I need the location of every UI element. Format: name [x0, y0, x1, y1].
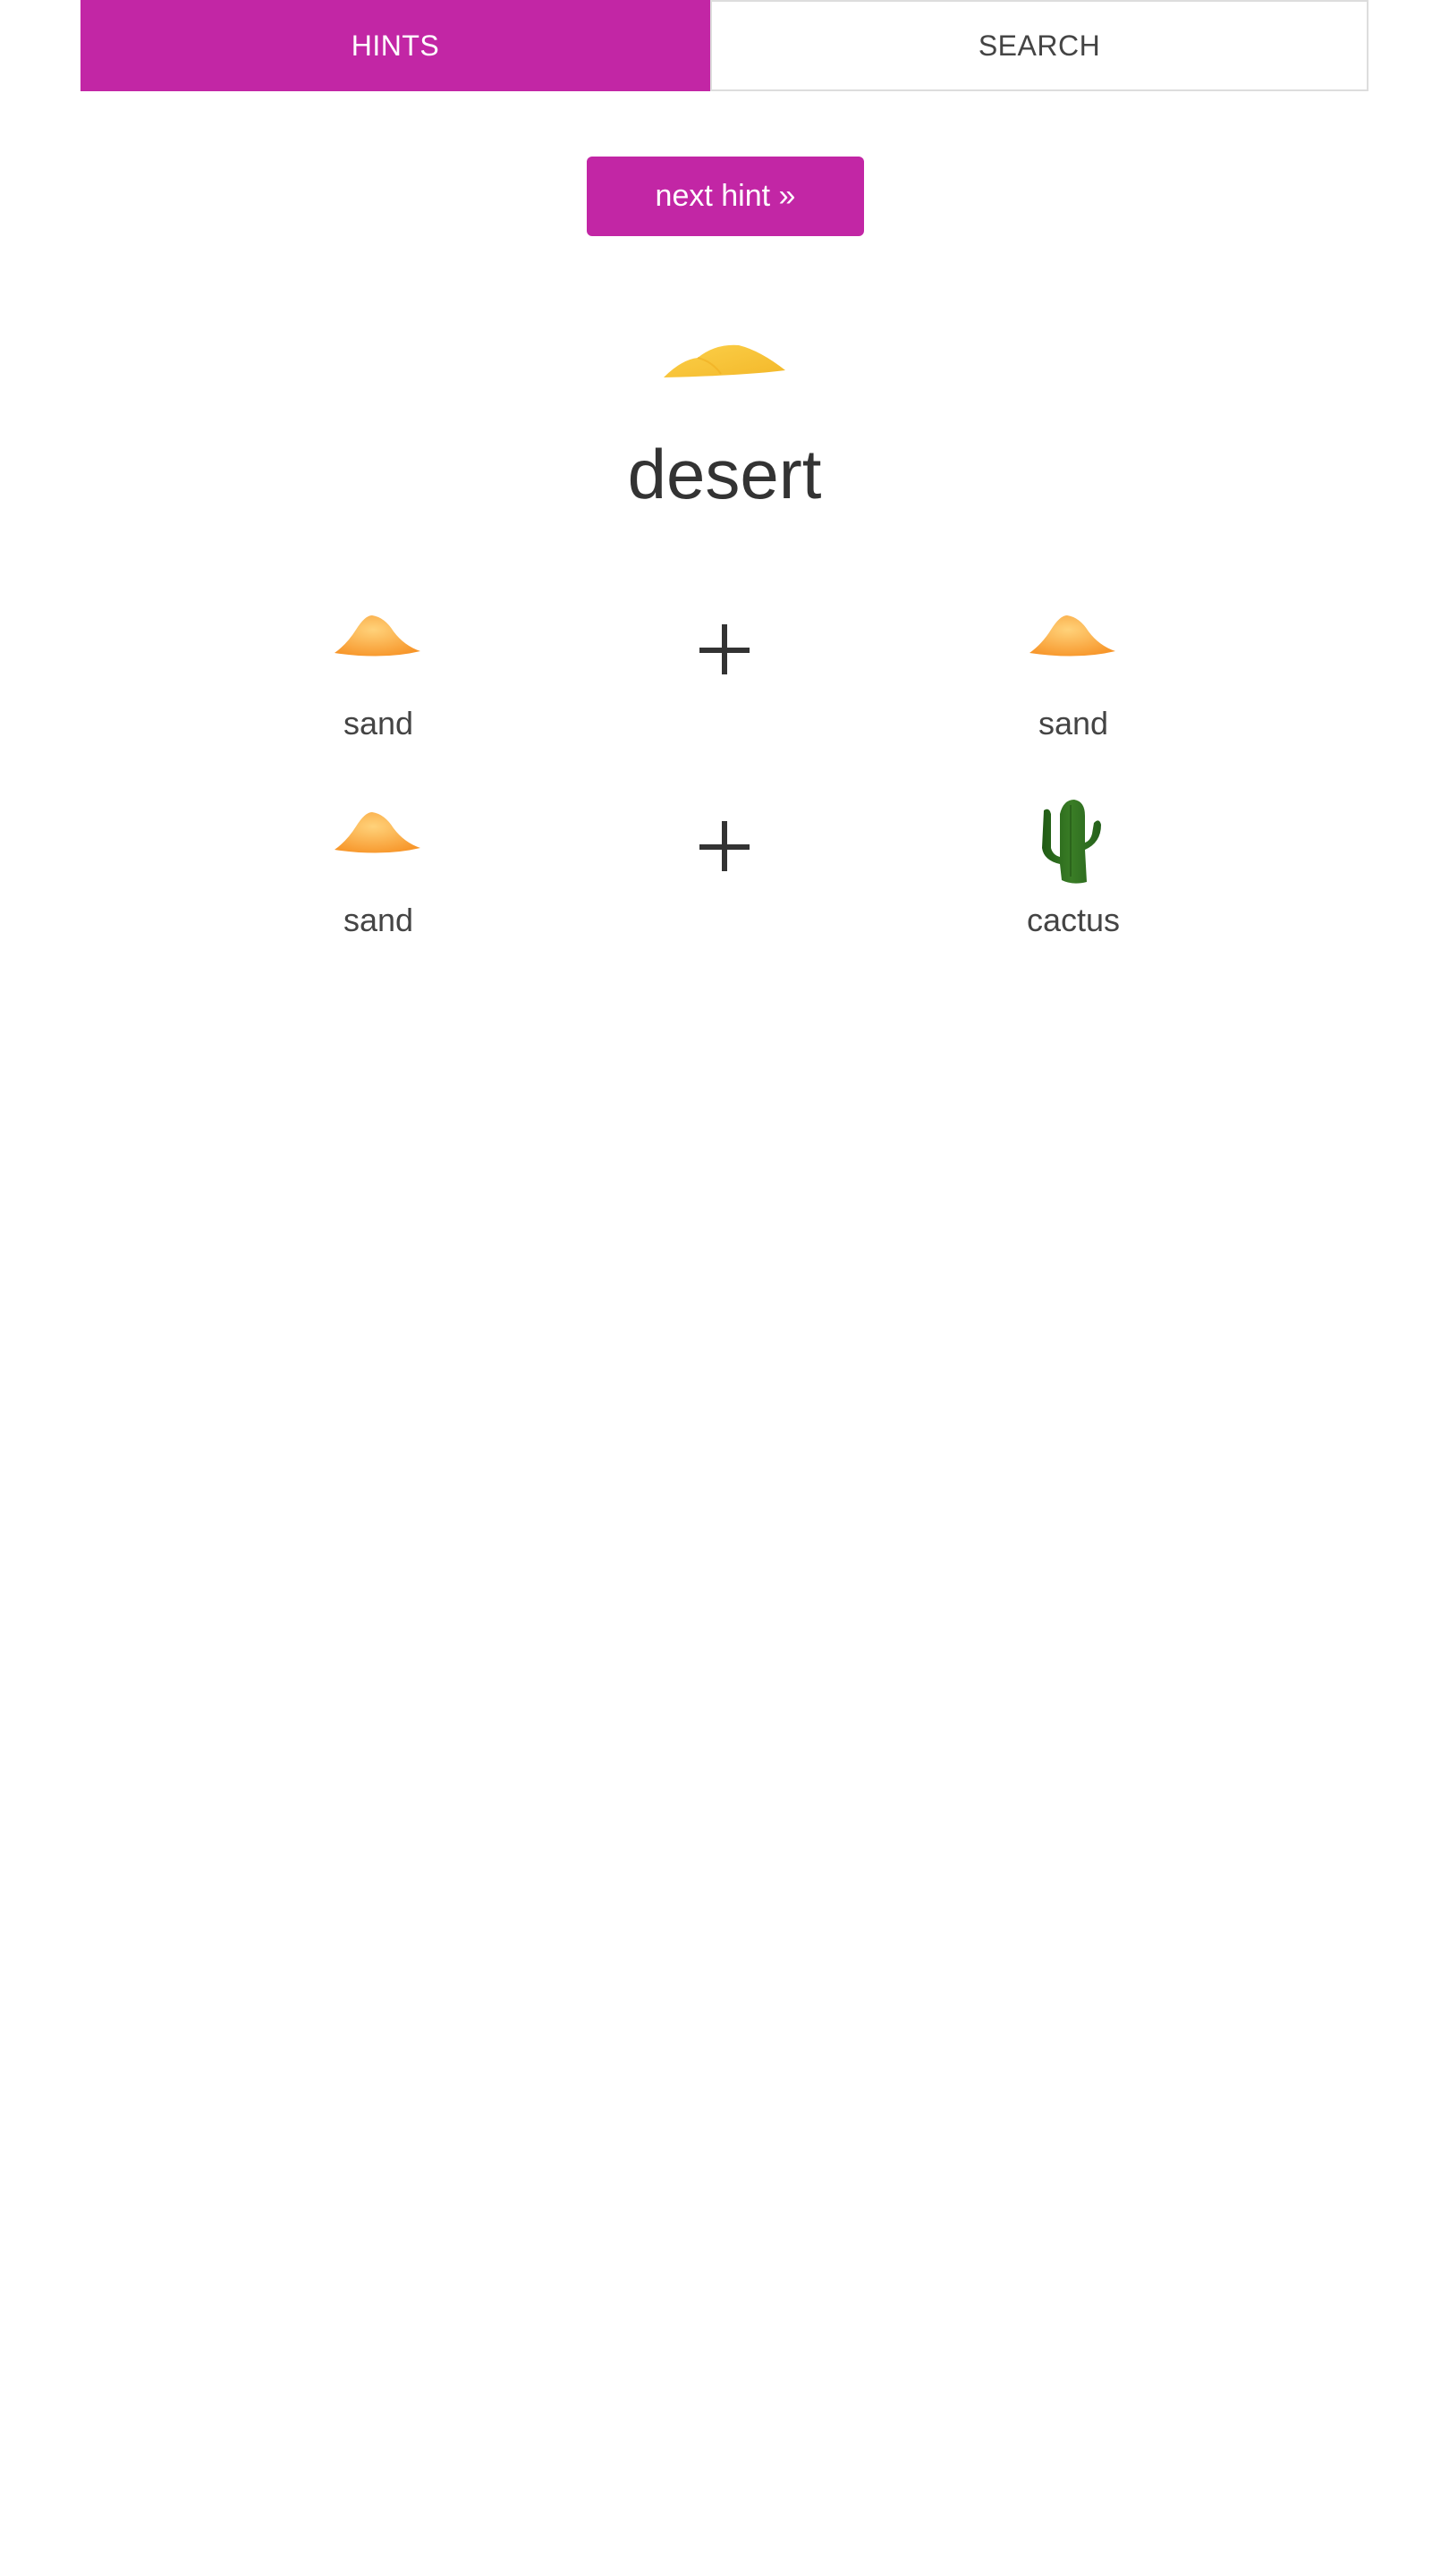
tab-search[interactable]: SEARCH — [710, 0, 1368, 91]
sand-pile-icon — [335, 615, 420, 657]
tab-bar: HINTS SEARCH — [80, 0, 1368, 91]
ingredient-right[interactable]: sand — [957, 599, 1190, 742]
ingredient-label: sand — [1038, 705, 1109, 741]
tab-hints[interactable]: HINTS — [80, 0, 710, 91]
recipe-row: sand sand — [0, 599, 1449, 778]
cactus-icon — [1042, 800, 1101, 884]
plus-icon — [689, 617, 760, 689]
target-element-name: desert — [627, 435, 822, 513]
ingredient-right[interactable]: cactus — [957, 796, 1190, 939]
ingredient-label: sand — [343, 705, 414, 741]
sand-pile-icon — [1030, 615, 1115, 657]
next-hint-button[interactable]: next hint » — [587, 157, 864, 236]
desert-dunes-icon — [664, 344, 785, 377]
ingredient-left[interactable]: sand — [262, 599, 495, 742]
ingredient-label: cactus — [1026, 902, 1121, 938]
sand-pile-icon — [335, 812, 420, 853]
ingredient-left[interactable]: sand — [262, 796, 495, 939]
plus-icon — [689, 814, 760, 886]
ingredient-label: sand — [343, 902, 414, 938]
recipe-row: sand cactus — [0, 796, 1449, 975]
